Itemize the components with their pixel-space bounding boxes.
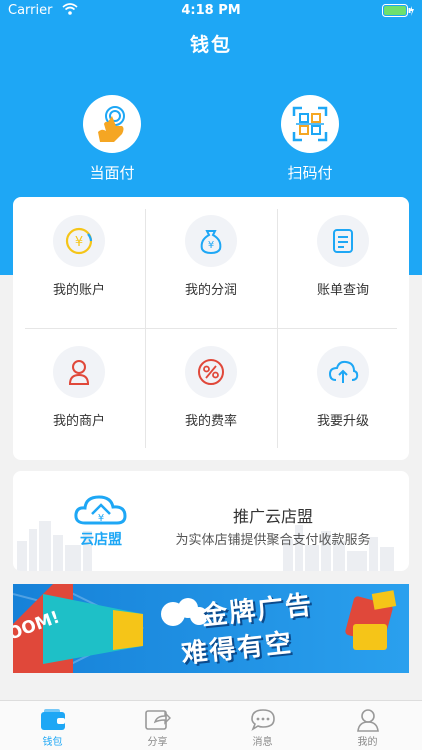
grid-item-upgrade[interactable]: 我要升级 (277, 328, 409, 459)
profile-icon (315, 707, 420, 733)
promo-subtitle: 为实体店铺提供聚合支付收款服务 (175, 533, 371, 548)
tab-share[interactable]: 分享 (105, 701, 210, 750)
function-grid: ¥ 我的账户 ¥ 我的分润 账单查询 我的商户 我的费率 我要升级 (13, 197, 409, 460)
grid-item-label: 我的商户 (52, 414, 105, 429)
rate-percent-icon (185, 346, 237, 398)
grid-item-my-merchant[interactable]: 我的商户 (13, 328, 145, 459)
grid-item-label: 我要升级 (316, 414, 369, 429)
scan-pay-button[interactable]: 扫码付 (240, 95, 380, 183)
face-to-face-pay-button[interactable]: 当面付 (42, 95, 182, 183)
grid-item-label: 我的分润 (184, 283, 237, 298)
cloud-upload-icon (317, 346, 369, 398)
grid-item-label: 我的费率 (184, 414, 237, 429)
grid-item-my-rate[interactable]: 我的费率 (145, 328, 277, 459)
grid-item-bill-query[interactable]: 账单查询 (277, 197, 409, 328)
promo-card[interactable]: ¥ 云店盟 推广云店盟 为实体店铺提供聚合支付收款服务 (13, 471, 409, 571)
grid-item-my-account[interactable]: ¥ 我的账户 (13, 197, 145, 328)
tab-wallet[interactable]: 钱包 (0, 701, 105, 750)
grid-item-label: 账单查询 (316, 283, 369, 298)
ad-banner[interactable]: OOM! 金牌广告 难得有空 (13, 584, 409, 673)
wallet-icon (0, 707, 105, 733)
battery-icon (382, 4, 414, 18)
tab-profile[interactable]: 我的 (315, 701, 420, 750)
merchant-person-icon (53, 346, 105, 398)
svg-text:¥: ¥ (75, 235, 83, 250)
scan-pay-label: 扫码付 (287, 164, 333, 182)
tab-messages[interactable]: 消息 (210, 701, 315, 750)
logo-text: 云店盟 (80, 532, 122, 548)
page-title: 钱包 (189, 34, 232, 56)
yundianmeng-logo: ¥ 云店盟 (65, 489, 137, 549)
face-to-face-pay-label: 当面付 (89, 164, 135, 182)
grid-item-my-profit[interactable]: ¥ 我的分润 (145, 197, 277, 328)
tab-label: 消息 (252, 737, 273, 748)
status-bar: Carrier 4:18 PM (0, 0, 422, 22)
svg-text:¥: ¥ (98, 513, 104, 524)
status-time: 4:18 PM (181, 3, 241, 18)
yuan-coin-icon: ¥ (53, 215, 105, 267)
tab-label: 钱包 (42, 737, 63, 748)
promo-title: 推广云店盟 (232, 507, 313, 526)
tab-bar: 钱包 分享 消息 我的 (0, 700, 422, 750)
bill-document-icon (317, 215, 369, 267)
message-icon (210, 707, 315, 733)
qr-scan-icon (281, 95, 339, 153)
money-bag-icon: ¥ (185, 215, 237, 267)
tab-label: 分享 (147, 737, 168, 748)
grid-item-label: 我的账户 (52, 283, 105, 298)
share-icon (105, 707, 210, 733)
tap-hand-icon (83, 95, 141, 153)
tab-label: 我的 (357, 737, 378, 748)
svg-text:¥: ¥ (208, 240, 214, 251)
